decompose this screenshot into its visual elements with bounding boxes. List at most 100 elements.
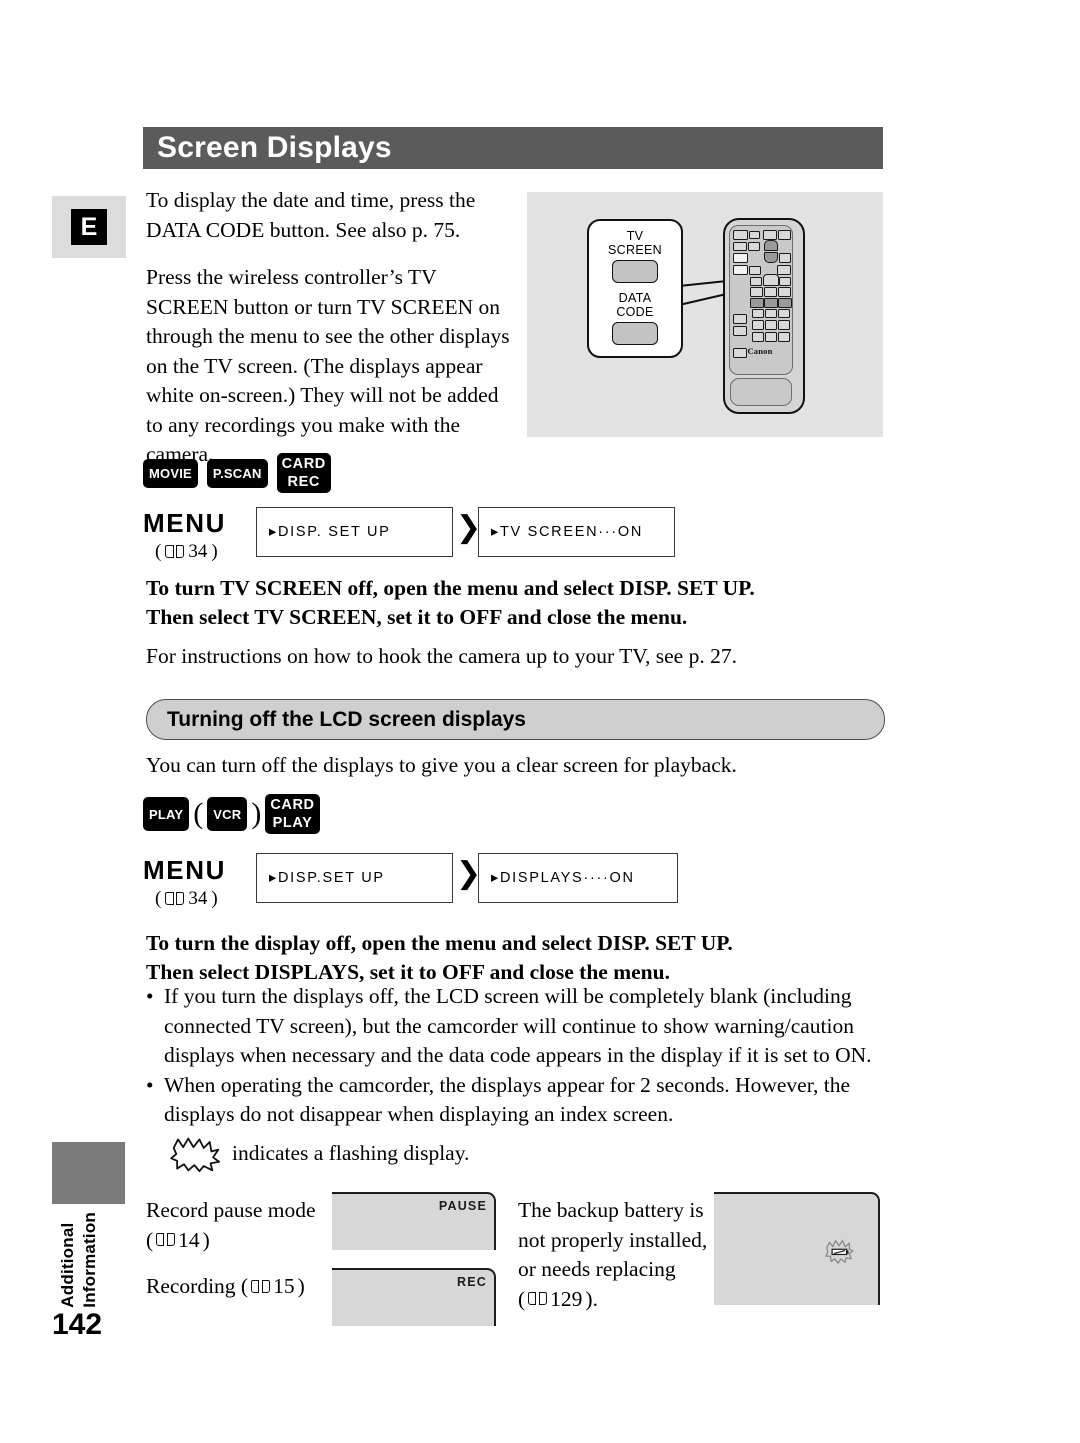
flashing-star-icon [170,1136,222,1173]
remote-button [733,314,747,324]
remote-button [765,309,777,318]
mode-badge-movie: MOVIE [143,459,198,488]
paren-open: ( [155,541,162,562]
mode-badge-movie-label: MOVIE [149,466,192,481]
bold-instruction-displays: To turn the display off, open the menu a… [146,929,886,987]
remote-button [765,320,777,330]
battery-warning-reference: ( 129 ). [518,1285,713,1315]
data-code-button-label-line2: CODE [616,304,654,319]
menu-step-box-tv-screen-on[interactable]: ▸TV SCREEN···ON [478,507,675,557]
tv-screen-button-label-line1: TV [626,229,644,243]
display-example-reference-1: ( 14 ) [146,1226,331,1256]
remote-down-button [764,252,778,263]
mode-badge-card-rec-line2: REC [287,474,320,490]
menu-step-box-disp-set-up[interactable]: ▸DISP. SET UP [256,507,453,557]
remote-button [748,242,760,251]
menu-page-number: 34 [188,888,208,909]
remote-button [733,242,747,251]
paren-open: ( [155,888,162,909]
bold-instruction-tv-screen-line2: Then select TV SCREEN, set it to OFF and… [146,605,688,629]
bold-instruction-tv-screen-line1: To turn TV SCREEN off, open the menu and… [146,576,755,600]
lcd-section-intro: You can turn off the displays to give yo… [146,753,737,777]
bullet-marker: • [146,1072,154,1097]
battery-warning-line3: or needs replacing [518,1257,676,1281]
battery-warning-line1: The backup battery is [518,1198,704,1222]
menu-label-tv-screen: MENU [143,508,226,538]
remote-play-button [763,274,779,286]
section-heading-lcd-displays-label: Turning off the LCD screen displays [167,707,526,731]
paren-close: ) [211,888,218,909]
display-example-screen-pause: PAUSE [332,1192,496,1250]
menu-step-label-2: ▸TV SCREEN···ON [491,524,643,540]
remote-button [778,230,791,240]
table-row: Record pause mode ( 14 ) [146,1196,331,1255]
section-tab-line2: Information [80,1212,99,1308]
remote-button [778,320,790,330]
data-code-button-on-remote [733,265,748,275]
mode-badge-vcr: VCR [207,797,248,831]
section-tab-line1: Additional [58,1222,77,1308]
menu-step-box-disp-set-up-2[interactable]: ▸DISP.SET UP [256,853,453,903]
mode-badge-row-playback: PLAY ( VCR ) CARD PLAY [143,794,320,834]
lcd-notes-list: • If you turn the displays off, the LCD … [146,982,886,1130]
display-example-screen-battery [714,1192,880,1305]
book-icon [165,892,185,906]
display-example-description-2: Recording ( [146,1274,249,1298]
mode-badge-play: PLAY [143,797,190,831]
menu-step-label-3: ▸DISP.SET UP [269,870,385,886]
tv-screen-button-on-remote [733,253,748,263]
tv-screen-button[interactable] [612,260,658,283]
paren-close: ). [585,1286,598,1311]
menu-label-displays: MENU [143,855,226,885]
menu-step-label-1: ▸DISP. SET UP [269,524,391,540]
screen-indicator-rec: REC [457,1275,487,1289]
paren-close: ) [297,1274,305,1298]
language-tab-label: E [71,209,107,245]
data-code-button[interactable] [612,322,658,345]
flashing-battery-icon [824,1238,854,1264]
page-title: Screen Displays [157,131,392,164]
remote-button [764,298,778,308]
display-example-screen-rec: REC [332,1268,496,1326]
display-examples-table: Record pause mode ( 14 ) PAUSE Recording… [146,1192,886,1372]
section-tab-text: Additional Information [58,1212,100,1308]
flashing-display-note: indicates a flashing display. [170,1136,469,1173]
reference-page-number: 14 [178,1227,200,1252]
remote-button [779,253,791,263]
intro-paragraph-1: To display the date and time, press the … [146,188,476,242]
table-row: Recording ( 15 ) [146,1272,331,1302]
tv-hookup-note: For instructions on how to hook the came… [146,644,737,668]
list-item-text: If you turn the displays off, the LCD sc… [164,984,872,1067]
mode-badge-play-label: PLAY [149,806,184,822]
remote-button [778,298,792,308]
canon-brand-label: Canon [747,346,773,356]
section-heading-lcd-displays: Turning off the LCD screen displays [146,699,885,740]
display-example-description-1: Record pause mode [146,1198,316,1222]
book-icon [528,1292,548,1306]
page-number: 142 [52,1308,103,1341]
list-item-text: When operating the camcorder, the displa… [164,1072,851,1127]
remote-button [752,320,764,330]
paren-close-playback: ) [251,797,262,830]
remote-button [763,230,777,240]
callout-detail-box: TV SCREEN DATA CODE [587,219,683,358]
data-code-button-label-line1: DATA [618,291,652,305]
remote-button [778,287,791,297]
mode-badge-card-play: CARD PLAY [265,794,320,834]
menu-step-box-displays-on[interactable]: ▸DISPLAYS····ON [478,853,678,903]
remote-button [752,309,764,318]
battery-warning-line2: not properly installed, [518,1227,708,1252]
mode-badge-pscan: P.SCAN [206,459,268,488]
intro-paragraph-2: Press the wireless controller’s TV SCREE… [146,265,510,466]
remote-button [750,287,763,297]
remote-button [765,332,777,342]
menu-page-reference-tv-screen: ( 34 ) [143,541,226,563]
mode-badge-card-rec-line1: CARD [281,456,326,472]
remote-button [750,298,764,308]
section-tab-marker [52,1142,125,1204]
remote-button [749,231,760,239]
remote-button [778,309,790,318]
remote-button [778,332,790,342]
table-row: The backup battery is not properly insta… [518,1196,713,1314]
mode-badge-card-play-line1: CARD [270,797,315,813]
